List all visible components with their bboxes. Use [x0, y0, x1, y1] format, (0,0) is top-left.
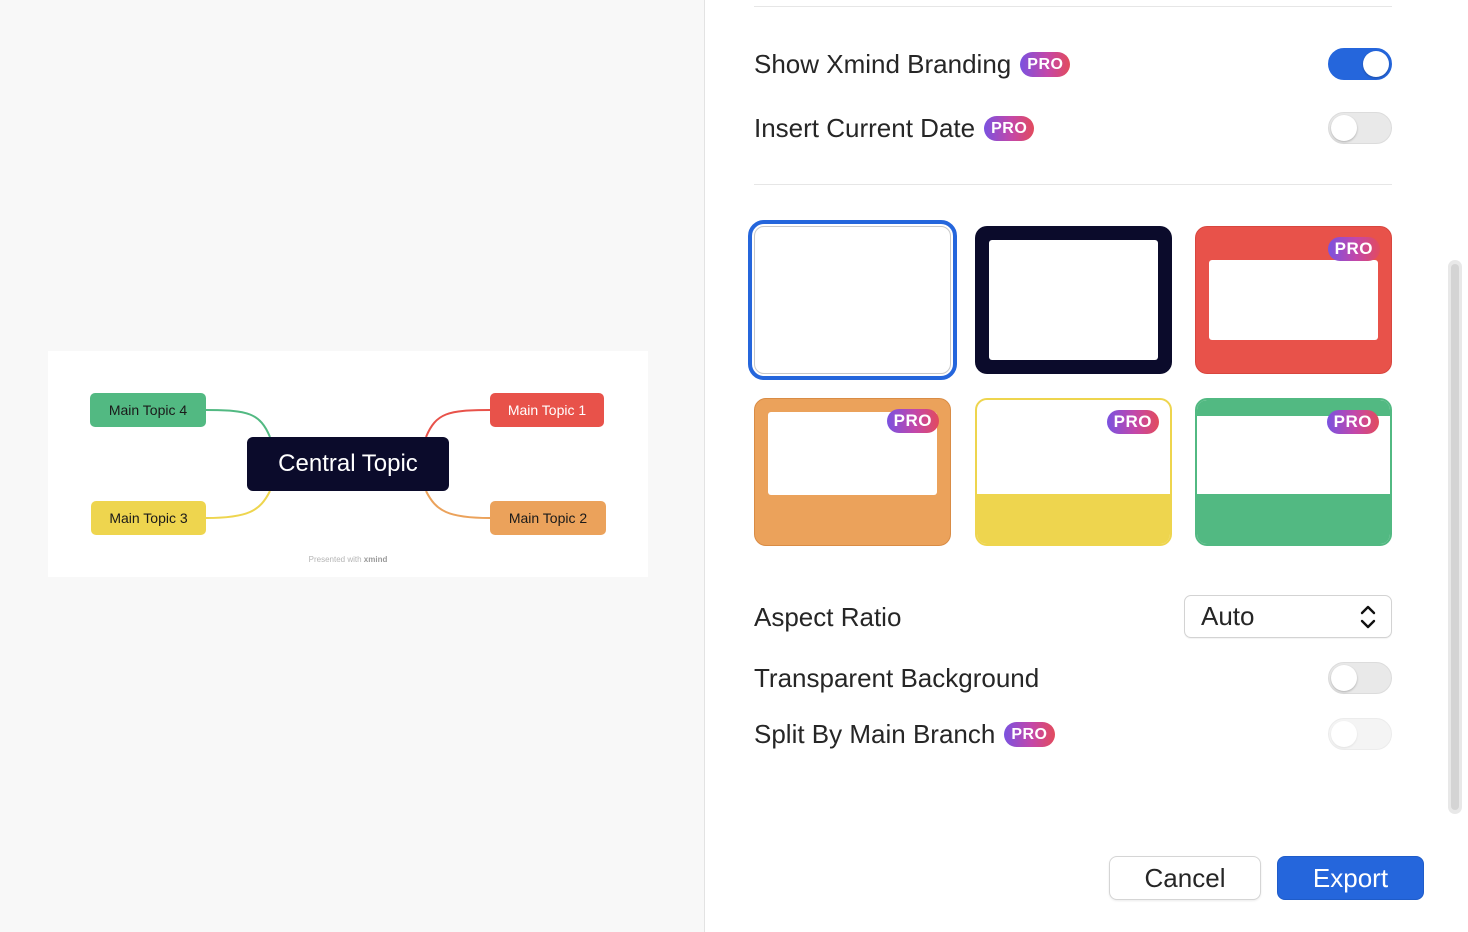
- branding-prefix: Presented with: [308, 555, 362, 564]
- aspect-ratio-value: Auto: [1201, 601, 1255, 631]
- main-topic-1: Main Topic 1: [490, 393, 604, 427]
- theme-tile-orange[interactable]: PRO: [754, 398, 951, 546]
- aspect-ratio-label: Aspect Ratio: [754, 601, 902, 632]
- pro-badge: PRO: [1327, 237, 1380, 261]
- export-button[interactable]: Export: [1277, 856, 1424, 900]
- theme-selected-ring: [748, 220, 957, 380]
- theme-tile-green[interactable]: PRO: [1195, 398, 1392, 546]
- pro-badge: PRO: [1326, 410, 1379, 434]
- split-branch-toggle[interactable]: [1328, 718, 1392, 750]
- top-divider: [754, 6, 1392, 7]
- theme-footer-band: [1197, 494, 1390, 544]
- show-branding-row: Show Xmind Branding PRO: [754, 44, 1071, 84]
- main-topic-3: Main Topic 3: [91, 501, 206, 535]
- pro-badge: PRO: [1004, 721, 1055, 747]
- theme-footer-band: [977, 494, 1170, 544]
- theme-tile-yellow[interactable]: PRO: [975, 398, 1172, 546]
- chevron-up-down-icon: [1360, 605, 1376, 629]
- show-branding-label: Show Xmind Branding: [754, 48, 1012, 79]
- theme-tile-dark[interactable]: [975, 226, 1172, 374]
- insert-date-label: Insert Current Date: [754, 112, 976, 143]
- branding-footer: Presented with xmind: [48, 555, 648, 564]
- pro-badge: PRO: [1020, 51, 1071, 77]
- pro-badge: PRO: [1106, 410, 1159, 434]
- scrollbar-thumb[interactable]: [1451, 264, 1459, 810]
- aspect-ratio-select[interactable]: Auto: [1184, 595, 1392, 638]
- vertical-scrollbar[interactable]: [1448, 260, 1462, 814]
- section-divider: [754, 184, 1392, 185]
- main-topic-2: Main Topic 2: [490, 501, 606, 535]
- insert-date-row: Insert Current Date PRO: [754, 108, 1035, 148]
- toggle-knob: [1331, 665, 1357, 691]
- connector-topic-2: [425, 490, 491, 519]
- transparent-bg-label: Transparent Background: [754, 662, 1040, 693]
- show-branding-toggle[interactable]: [1328, 48, 1392, 80]
- transparent-bg-toggle[interactable]: [1328, 662, 1392, 694]
- theme-tile-red[interactable]: PRO: [1195, 226, 1392, 374]
- central-topic: Central Topic: [247, 437, 449, 491]
- aspect-ratio-row: Aspect Ratio: [754, 597, 901, 637]
- theme-canvas: [1209, 260, 1378, 340]
- branding-brand: xmind: [363, 555, 388, 564]
- insert-date-toggle[interactable]: [1328, 112, 1392, 144]
- main-topic-4: Main Topic 4: [90, 393, 206, 427]
- transparent-bg-row: Transparent Background: [754, 658, 1039, 698]
- toggle-knob: [1331, 115, 1357, 141]
- split-branch-row: Split By Main Branch PRO: [754, 714, 1055, 754]
- connector-topic-4: [205, 409, 271, 438]
- toggle-knob: [1331, 721, 1357, 747]
- mind-map-preview: Central Topic Main Topic 1 Main Topic 2 …: [48, 351, 648, 577]
- connector-topic-3: [205, 490, 271, 519]
- pro-badge: PRO: [886, 409, 939, 433]
- split-branch-label: Split By Main Branch: [754, 718, 996, 749]
- toggle-knob: [1363, 51, 1389, 77]
- preview-pane: Central Topic Main Topic 1 Main Topic 2 …: [0, 0, 705, 932]
- pro-badge: PRO: [984, 115, 1035, 141]
- connector-topic-1: [425, 409, 491, 438]
- theme-canvas: [989, 240, 1158, 360]
- cancel-button[interactable]: Cancel: [1109, 856, 1261, 900]
